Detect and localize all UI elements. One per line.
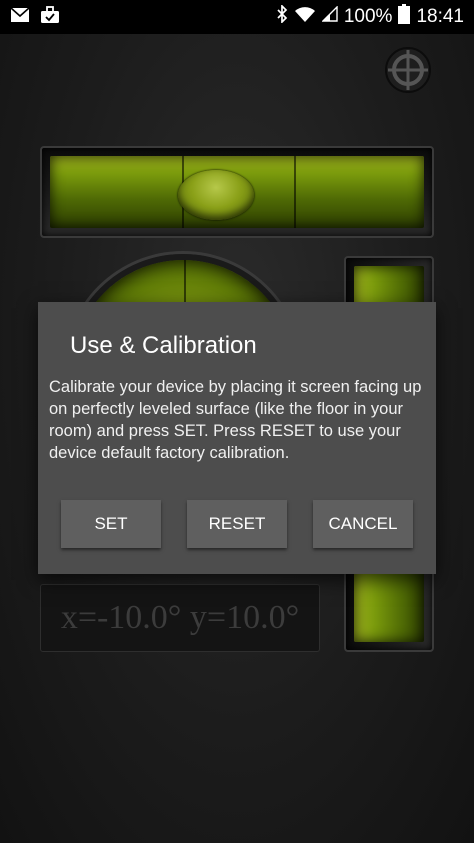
dialog-title: Use & Calibration — [70, 332, 257, 359]
battery-percent: 100% — [343, 6, 393, 27]
battery-icon — [398, 4, 411, 30]
cancel-button[interactable]: CANCEL — [313, 500, 413, 548]
bluetooth-icon — [276, 3, 288, 29]
briefcase-icon — [40, 5, 60, 29]
set-button[interactable]: SET — [61, 500, 161, 548]
horizontal-bubble — [178, 170, 254, 220]
mail-icon — [10, 6, 30, 28]
status-right: 100% 18:41 — [276, 3, 464, 30]
status-left — [10, 5, 60, 29]
crosshair-icon[interactable] — [384, 46, 432, 94]
calibration-dialog: Use & Calibration Calibrate your device … — [38, 302, 436, 574]
signal-icon — [321, 5, 338, 28]
status-bar: 100% 18:41 — [0, 0, 474, 34]
wifi-icon — [294, 5, 316, 29]
dialog-button-row: SET RESET CANCEL — [61, 500, 413, 548]
horizontal-level — [40, 146, 434, 238]
level-marker-line — [294, 156, 296, 228]
clock: 18:41 — [416, 6, 464, 27]
reset-button[interactable]: RESET — [187, 500, 287, 548]
horizontal-level-tube — [50, 156, 424, 228]
dialog-message: Calibrate your device by placing it scre… — [49, 378, 422, 462]
angle-readout: x=-10.0° y=10.0° — [40, 584, 320, 652]
